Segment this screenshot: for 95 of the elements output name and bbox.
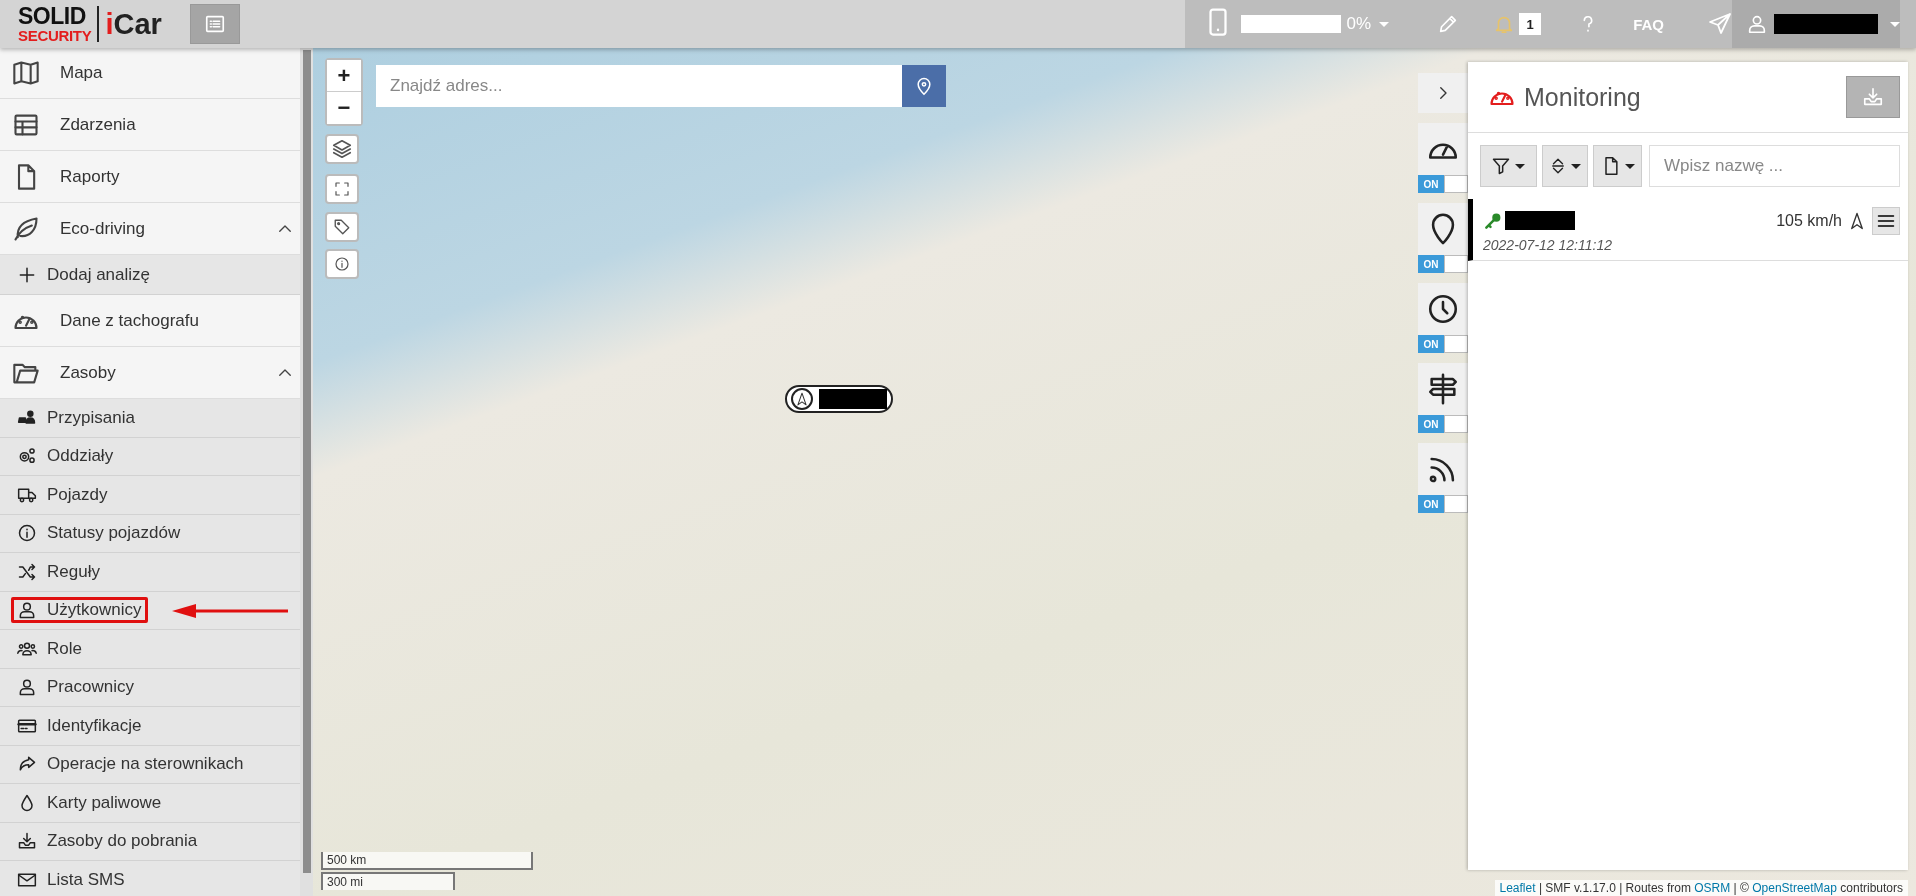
zoom-in-button[interactable]: + <box>327 60 361 92</box>
sidebar-subitem-label: Statusy pojazdów <box>47 523 181 544</box>
info-icon <box>17 523 37 544</box>
sidebar-subitem-label: Użytkownicy <box>47 600 142 621</box>
sidebar-item-label: Mapa <box>60 63 103 83</box>
list-icon <box>203 13 226 35</box>
sidebar-item-label: Raporty <box>60 166 120 187</box>
layer-button[interactable] <box>1418 443 1468 495</box>
address-search-field[interactable]: Znajdź adres... <box>376 65 902 107</box>
user-menu-button[interactable] <box>1746 13 1900 35</box>
scrollbar[interactable] <box>300 48 313 896</box>
panel-title: Monitoring <box>1524 82 1641 112</box>
battery-reading: 0% <box>1346 14 1372 34</box>
info-icon <box>334 256 350 272</box>
sidebar-subitem[interactable]: Pracownicy <box>0 668 300 707</box>
attribution-link[interactable]: OSRM <box>1694 881 1731 895</box>
sidebar-subitem-label: Lista SMS <box>47 869 125 890</box>
paper-plane-icon <box>1708 12 1732 36</box>
fullscreen-icon <box>334 181 350 197</box>
layers-icon <box>331 138 353 160</box>
filter-button[interactable] <box>1480 145 1537 187</box>
leaf-icon <box>12 214 40 243</box>
navigation-arrow-icon <box>1848 211 1866 230</box>
menu-toggle-button[interactable] <box>189 4 240 44</box>
download-button[interactable] <box>1846 76 1900 118</box>
redacted-vehicle-name <box>819 389 887 409</box>
download-icon <box>1862 86 1884 108</box>
layer-button[interactable] <box>1418 363 1468 415</box>
sidebar-item-label: Zasoby <box>60 362 116 383</box>
vehicle-marker[interactable] <box>785 385 893 413</box>
sidebar-subitem[interactable]: Przypisania <box>0 399 300 438</box>
vehicle-search-field[interactable]: Wpisz nazwę ... <box>1649 145 1900 187</box>
user-icon <box>17 600 37 621</box>
scale-label: 500 km <box>321 852 533 870</box>
layer-button[interactable] <box>1418 203 1468 255</box>
sidebar-subitem-label: Karty paliwowe <box>47 792 162 813</box>
sidebar-subitem[interactable]: Role <box>0 630 300 669</box>
user-icon <box>1746 13 1768 35</box>
map-pin-icon <box>914 76 934 96</box>
map-icon <box>12 59 40 87</box>
signpost-icon <box>1426 372 1460 406</box>
sidebar-subitem[interactable]: Użytkownicy <box>0 591 300 630</box>
attribution-link[interactable]: OpenStreetMap <box>1752 881 1837 895</box>
info-button[interactable] <box>325 249 359 279</box>
redacted-vehicle-name <box>1505 211 1575 230</box>
sidebar-subitem-label: Zasoby do pobrania <box>47 831 198 852</box>
app-name: iCar <box>105 7 162 41</box>
sidebar-subitem-label: Pracownicy <box>47 677 134 698</box>
menu-button[interactable] <box>1872 206 1900 235</box>
export-button[interactable] <box>1593 145 1642 187</box>
sidebar-subitem[interactable]: Operacje na sterownikach <box>0 745 300 784</box>
sidebar-subitem[interactable]: Oddziały <box>0 437 300 476</box>
sidebar-subitem[interactable]: Karty paliwowe <box>0 784 300 823</box>
tag-button[interactable] <box>325 212 359 242</box>
caret-icon <box>1379 21 1390 27</box>
sidebar-subitem-label: Reguły <box>47 561 100 582</box>
filter-icon <box>1491 156 1512 176</box>
sidebar-subitem-label: Pojazdy <box>47 484 108 505</box>
sidebar-item-label: Zdarzenia <box>60 114 136 135</box>
sidebar-subitem[interactable]: Identyfikacje <box>0 707 300 746</box>
scale-label: 300 mi <box>321 872 455 890</box>
user-icon <box>17 677 37 698</box>
attribution-link[interactable]: Leaflet <box>1499 881 1536 895</box>
notification-count: 1 <box>1519 13 1542 35</box>
sidebar-item-label: Dane z tachografu <box>60 310 199 331</box>
sidebar-subitem[interactable]: Reguły <box>0 553 300 592</box>
vehicle-timestamp: 2022-07-12 12:11:12 <box>1483 236 1613 253</box>
fullscreen-button[interactable] <box>325 174 359 204</box>
sort-icon <box>1549 157 1567 175</box>
locate-button[interactable] <box>902 65 946 107</box>
sidebar-subitem-label: Role <box>47 638 82 659</box>
layer-button[interactable] <box>1418 283 1468 335</box>
logo-text: SOLID <box>18 5 87 28</box>
sidebar-subitem[interactable]: Pojazdy <box>0 476 300 515</box>
sidebar-subitem[interactable]: Dodaj analizę <box>0 255 300 295</box>
sidebar-subitem-label: Przypisania <box>47 407 135 428</box>
sidebar-item-label: Eco-driving <box>60 218 146 239</box>
sidebar-subitem[interactable]: Zasoby do pobrania <box>0 822 300 861</box>
map-attribution: Leaflet | SMF v.1.17.0 | Routes from OSRM | © OpenStreetMap contributors <box>1494 880 1908 896</box>
tag-icon <box>333 218 351 236</box>
layer-button[interactable] <box>1418 123 1468 175</box>
logo-text: SECURITY <box>18 28 92 43</box>
shuffle-icon <box>17 561 37 582</box>
vehicle-row[interactable]: 105 km/h 2022-07-12 12:11:12 <box>1468 199 1908 261</box>
sidebar-subitem[interactable]: Lista SMS <box>0 861 300 896</box>
navigation-arrow-icon <box>795 392 809 406</box>
sidebar-subitem-label: Dodaj analizę <box>47 264 150 285</box>
sidebar-subitem-label: Operacje na sterownikach <box>47 754 244 775</box>
sidebar-subitem[interactable]: Statusy pojazdów <box>0 514 300 553</box>
layers-button[interactable] <box>325 134 359 164</box>
vehicle-speed: 105 km/h <box>1776 211 1842 230</box>
sidebar-subitem-label: Oddziały <box>47 446 114 467</box>
clock-icon <box>1426 292 1460 326</box>
sort-button[interactable] <box>1541 145 1589 187</box>
sidebar-subitem-label: Identyfikacje <box>47 715 142 736</box>
